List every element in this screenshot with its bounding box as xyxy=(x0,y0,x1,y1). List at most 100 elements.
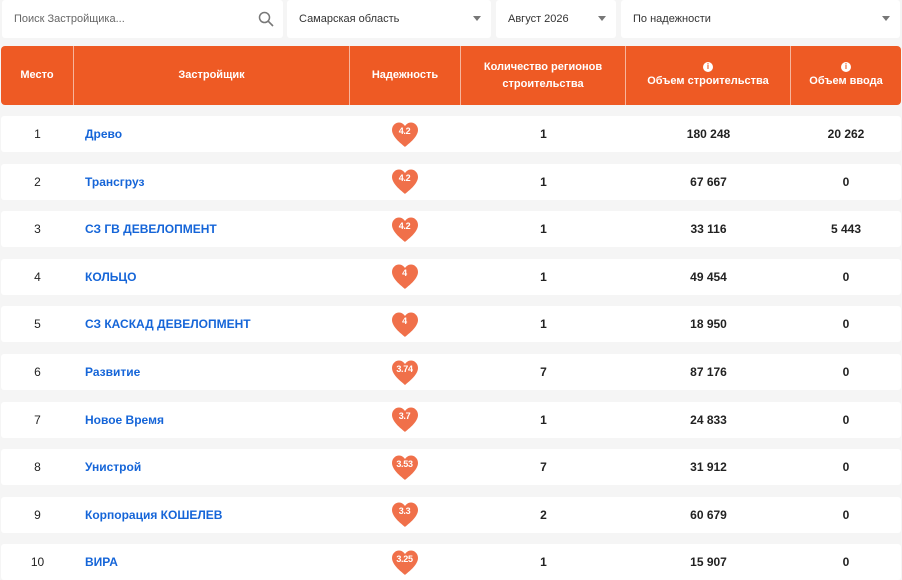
developer-link[interactable]: Трансгруз xyxy=(85,164,345,200)
chevron-down-icon xyxy=(598,16,606,21)
header-developer[interactable]: Застройщик xyxy=(74,46,350,105)
header-regions[interactable]: Количество регионов строительства xyxy=(461,46,626,105)
month-select[interactable]: Август 2026 xyxy=(496,0,616,38)
regions-cell: 1 xyxy=(540,555,547,570)
reliability-cell: 4 xyxy=(349,306,460,342)
search-input[interactable]: Поиск Застройщика... xyxy=(14,13,125,25)
table-row[interactable]: 1 Древо 4.2 1 180 248 20 262 xyxy=(1,116,901,152)
heart-icon: 3.53 xyxy=(390,454,420,481)
volume-cell: 15 907 xyxy=(690,555,727,570)
input-cell: 0 xyxy=(842,269,850,284)
sort-select[interactable]: По надежности xyxy=(621,0,900,38)
place-cell: 1 xyxy=(34,127,41,141)
developer-link[interactable]: Древо xyxy=(85,116,345,152)
volume-cell: 49 454 xyxy=(690,269,727,284)
reliability-cell: 4 xyxy=(349,259,460,295)
place-cell: 7 xyxy=(34,412,41,427)
header-place[interactable]: Место xyxy=(1,46,74,105)
regions-cell: 1 xyxy=(540,269,547,284)
volume-cell: 31 912 xyxy=(690,460,727,475)
reliability-cell: 3.74 xyxy=(349,354,460,390)
heart-icon: 3.3 xyxy=(390,501,420,528)
header-reliability[interactable]: Надежность xyxy=(350,46,461,105)
reliability-value: 4.2 xyxy=(398,220,411,231)
reliability-value: 3.74 xyxy=(396,363,413,374)
reliability-value: 4 xyxy=(402,268,407,279)
header-input-label: Объем ввода xyxy=(809,74,883,87)
heart-icon: 3.25 xyxy=(390,549,420,576)
place-cell: 4 xyxy=(34,269,41,284)
table-row[interactable]: 3 СЗ ГВ ДЕВЕЛОПМЕНТ 4.2 1 33 116 5 443 xyxy=(1,211,901,248)
developer-link[interactable]: КОЛЬЦО xyxy=(85,259,345,295)
table-row[interactable]: 2 Трансгруз 4.2 1 67 667 0 xyxy=(1,163,901,200)
chevron-down-icon xyxy=(882,16,890,21)
sort-select-value: По надежности xyxy=(633,13,711,25)
developer-link[interactable]: СЗ ГВ ДЕВЕЛОПМЕНТ xyxy=(85,211,345,247)
reliability-value: 3.3 xyxy=(398,506,411,517)
table-row[interactable]: 6 Развитие 3.74 7 87 176 0 xyxy=(1,354,901,390)
developer-link[interactable]: Унистрой xyxy=(85,449,345,485)
search-field[interactable]: Поиск Застройщика... xyxy=(2,0,283,38)
reliability-cell: 3.7 xyxy=(349,402,460,438)
place-cell: 8 xyxy=(34,460,41,475)
reliability-cell: 4.2 xyxy=(349,116,460,152)
heart-icon: 4 xyxy=(390,311,420,338)
header-input[interactable]: i Объем ввода xyxy=(791,46,901,105)
reliability-cell: 3.3 xyxy=(349,497,460,533)
header-place-label: Место xyxy=(20,69,54,81)
header-regions-label-2: строительства xyxy=(502,77,584,90)
filters-bar: Поиск Застройщика... Самарская область А… xyxy=(0,0,902,38)
region-select-value: Самарская область xyxy=(299,13,400,25)
developer-link[interactable]: ВИРА xyxy=(85,544,345,580)
table-row[interactable]: 9 Корпорация КОШЕЛЕВ 3.3 2 60 679 0 xyxy=(1,496,901,533)
header-regions-label-1: Количество регионов xyxy=(483,60,603,73)
table-row[interactable]: 8 Унистрой 3.53 7 31 912 0 xyxy=(1,449,901,486)
search-icon[interactable] xyxy=(258,11,274,27)
table-row[interactable]: 5 СЗ КАСКАД ДЕВЕЛОПМЕНТ 4 1 18 950 0 xyxy=(1,306,901,343)
input-cell: 0 xyxy=(842,412,850,427)
developer-link[interactable]: Корпорация КОШЕЛЕВ xyxy=(85,497,345,533)
info-icon[interactable]: i xyxy=(841,61,851,72)
volume-cell: 33 116 xyxy=(690,222,727,237)
developer-link[interactable]: Новое Время xyxy=(85,402,345,438)
header-volume[interactable]: i Объем строительства xyxy=(626,46,791,105)
developer-link[interactable]: СЗ КАСКАД ДЕВЕЛОПМЕНТ xyxy=(85,306,345,342)
developer-link[interactable]: Развитие xyxy=(85,354,345,390)
heart-icon: 4 xyxy=(390,263,420,290)
input-cell: 0 xyxy=(842,174,850,189)
regions-cell: 7 xyxy=(540,460,547,475)
place-cell: 9 xyxy=(34,507,41,522)
reliability-value: 4 xyxy=(402,315,407,326)
input-cell: 0 xyxy=(842,555,850,570)
heart-icon: 4.2 xyxy=(390,168,420,195)
reliability-value: 4.2 xyxy=(398,173,411,184)
place-cell: 5 xyxy=(34,317,41,332)
regions-cell: 2 xyxy=(540,507,547,522)
reliability-value: 3.7 xyxy=(398,411,411,422)
regions-cell: 1 xyxy=(540,127,547,141)
chevron-down-icon xyxy=(473,16,481,21)
reliability-value: 4.2 xyxy=(398,125,411,136)
header-developer-label: Застройщик xyxy=(178,69,245,81)
input-cell: 0 xyxy=(842,460,850,475)
regions-cell: 1 xyxy=(540,317,547,332)
reliability-cell: 3.25 xyxy=(349,544,460,580)
volume-cell: 87 176 xyxy=(690,365,727,379)
reliability-cell: 3.53 xyxy=(349,449,460,485)
table-row[interactable]: 4 КОЛЬЦО 4 1 49 454 0 xyxy=(1,258,901,295)
volume-cell: 24 833 xyxy=(690,412,727,427)
volume-cell: 67 667 xyxy=(690,174,727,189)
regions-cell: 1 xyxy=(540,222,547,237)
place-cell: 2 xyxy=(34,174,41,189)
heart-icon: 3.74 xyxy=(390,359,420,386)
heart-icon: 4.2 xyxy=(390,216,420,243)
place-cell: 6 xyxy=(34,365,41,379)
info-icon[interactable]: i xyxy=(703,61,713,72)
reliability-cell: 4.2 xyxy=(349,211,460,247)
table-row[interactable]: 10 ВИРА 3.25 1 15 907 0 xyxy=(1,544,901,580)
table-row[interactable]: 7 Новое Время 3.7 1 24 833 0 xyxy=(1,401,901,438)
input-cell: 0 xyxy=(842,365,850,379)
region-select[interactable]: Самарская область xyxy=(287,0,491,38)
regions-cell: 1 xyxy=(540,412,547,427)
table-header: Место Застройщик Надежность Количество р… xyxy=(1,46,901,105)
